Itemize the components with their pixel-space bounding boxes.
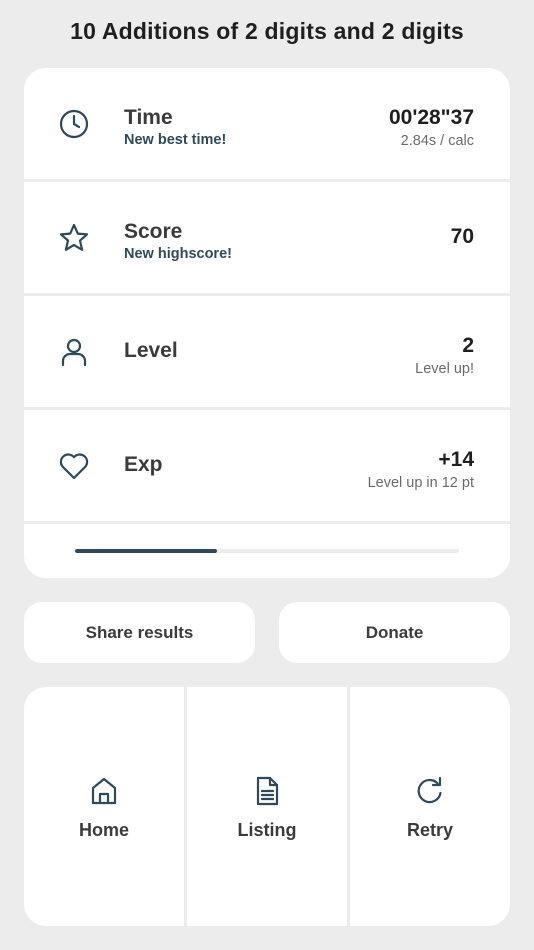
exp-progress-track (75, 549, 459, 553)
exp-progress-fill (75, 549, 218, 553)
home-button[interactable]: Home (24, 687, 184, 926)
share-results-button[interactable]: Share results (24, 602, 255, 663)
stat-row-score: Score New highscore! 70 (24, 182, 510, 293)
navigation-card: Home Listing Retry (24, 687, 510, 926)
star-icon (58, 222, 90, 254)
time-label: Time (124, 106, 173, 129)
exp-label: Exp (124, 453, 163, 476)
score-subtitle: New highscore! (124, 246, 232, 262)
clock-icon (58, 108, 90, 140)
retry-button[interactable]: Retry (350, 687, 510, 926)
listing-button[interactable]: Listing (187, 687, 347, 926)
time-per-calc: 2.84s / calc (400, 133, 474, 149)
retry-label: Retry (406, 820, 454, 840)
retry-icon (414, 775, 446, 807)
home-label: Home (78, 820, 129, 840)
stat-row-exp: Exp +14 Level up in 12 pt (24, 410, 510, 521)
level-label: Level (124, 339, 178, 362)
level-up-note: Level up! (415, 361, 474, 377)
stat-row-time: Time New best time! 00'28"37 2.84s / cal… (24, 68, 510, 179)
document-icon (251, 775, 283, 807)
results-card: Time New best time! 00'28"37 2.84s / cal… (24, 68, 510, 578)
exp-progress-row (24, 524, 510, 578)
time-subtitle: New best time! (124, 132, 227, 148)
listing-label: Listing (237, 820, 297, 840)
exp-value: +14 (438, 448, 474, 471)
donate-button[interactable]: Donate (279, 602, 510, 663)
heart-icon (58, 450, 90, 482)
home-icon (88, 775, 120, 807)
time-value: 00'28"37 (388, 106, 474, 129)
score-label: Score (124, 220, 183, 243)
user-icon (58, 336, 90, 368)
score-value: 70 (450, 225, 474, 248)
exp-remaining: Level up in 12 pt (367, 475, 474, 491)
page-title: 10 Additions of 2 digits and 2 digits (70, 18, 464, 44)
level-value: 2 (462, 334, 474, 357)
stat-row-level: Level 2 Level up! (24, 296, 510, 407)
